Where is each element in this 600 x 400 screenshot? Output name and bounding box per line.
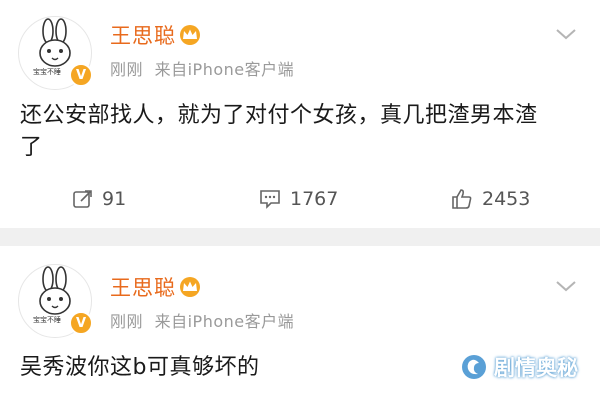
repost-count: 91 — [102, 188, 127, 210]
chevron-down-icon[interactable] — [554, 278, 578, 294]
repost-button[interactable]: 91 — [72, 188, 126, 210]
post-separator — [0, 228, 600, 246]
comment-icon — [260, 190, 280, 209]
comment-count: 1767 — [290, 188, 339, 210]
username[interactable]: 王思聪 — [110, 20, 176, 50]
verified-v-icon: V — [69, 63, 93, 87]
username[interactable]: 王思聪 — [110, 272, 176, 302]
action-bar: 91 1767 2453 — [0, 182, 600, 222]
post-meta: 刚刚 来自iPhone客户端 — [110, 308, 294, 332]
crown-badge-icon — [180, 25, 200, 45]
post-source: 来自iPhone客户端 — [154, 312, 295, 331]
comment-button[interactable]: 1767 — [258, 188, 338, 210]
post-content-line: 了 — [20, 135, 43, 160]
repost-icon — [73, 190, 92, 208]
post-time: 刚刚 — [110, 60, 144, 79]
chevron-down-icon[interactable] — [554, 26, 578, 42]
post-meta: 刚刚 来自iPhone客户端 — [110, 56, 294, 80]
avatar-caption: 宝宝不睡 — [33, 316, 61, 324]
watermark: 剧情奥秘 — [460, 352, 578, 382]
like-button[interactable]: 2453 — [450, 188, 530, 210]
verified-v-icon: V — [69, 311, 93, 335]
avatar-caption: 宝宝不睡 — [33, 68, 61, 76]
watermark-logo-icon — [462, 355, 486, 379]
post-content-line: 还公安部找人，就为了对付个女孩，真几把渣男本渣 — [20, 103, 538, 128]
avatar[interactable]: 宝宝不睡 V — [18, 264, 93, 338]
weibo-post-1: 宝宝不睡 V 王思聪 刚刚 来自iPhone客户端 还公安部找人，就为了对付个女… — [0, 0, 600, 228]
like-count: 2453 — [482, 188, 531, 210]
post-source: 来自iPhone客户端 — [154, 60, 295, 79]
avatar[interactable]: 宝宝不睡 V — [18, 16, 93, 90]
post-time: 刚刚 — [110, 312, 144, 331]
post-content: 还公安部找人，就为了对付个女孩，真几把渣男本渣 了 — [20, 100, 590, 164]
thumbs-up-icon — [452, 189, 472, 209]
crown-badge-icon — [180, 277, 200, 297]
watermark-text: 剧情奥秘 — [494, 356, 578, 380]
